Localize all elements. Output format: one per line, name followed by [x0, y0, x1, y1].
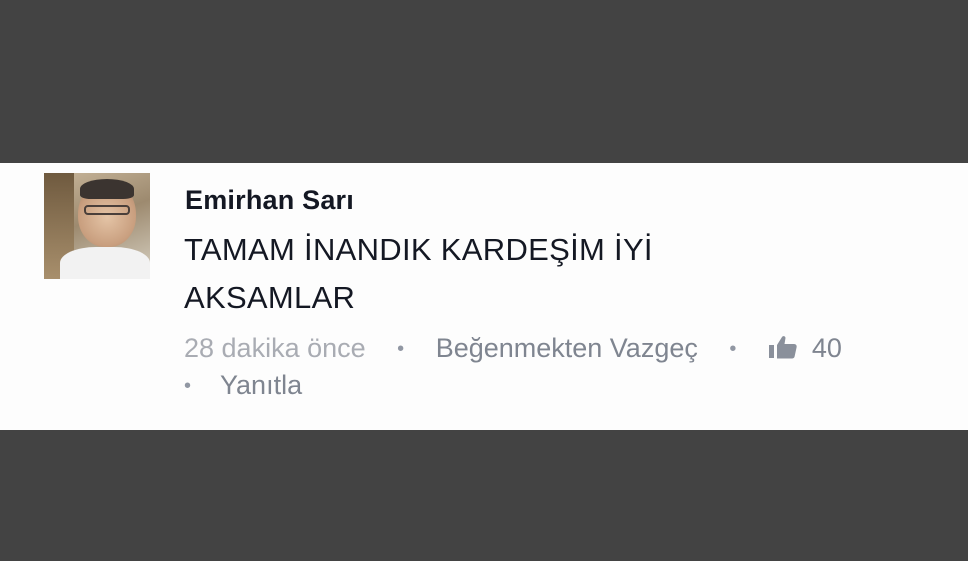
- avatar-glasses: [84, 205, 130, 215]
- comment-card: Emirhan Sarı TAMAM İNANDIK KARDEŞİM İYİ …: [0, 163, 968, 430]
- comment-timestamp[interactable]: 28 dakika önce: [184, 333, 366, 363]
- comment-meta: 28 dakika önce • Beğenmekten Vazgeç • 40: [184, 333, 842, 364]
- comment-text-line: TAMAM İNANDIK KARDEŞİM İYİ: [184, 232, 653, 267]
- comment-meta-row2: • Yanıtla: [184, 370, 302, 401]
- reply-button[interactable]: Yanıtla: [220, 370, 302, 400]
- separator-dot: •: [184, 375, 192, 398]
- separator-dot: •: [397, 338, 405, 361]
- comment-text: TAMAM İNANDIK KARDEŞİM İYİ AKSAMLAR: [184, 226, 784, 322]
- like-count-button[interactable]: 40: [768, 333, 842, 363]
- comment-text-line: AKSAMLAR: [184, 280, 356, 315]
- separator-dot: •: [729, 338, 737, 361]
- avatar-shirt: [60, 247, 150, 279]
- author-name[interactable]: Emirhan Sarı: [185, 185, 354, 216]
- avatar[interactable]: [44, 173, 150, 279]
- like-count: 40: [811, 333, 842, 363]
- unlike-button[interactable]: Beğenmekten Vazgeç: [436, 333, 698, 363]
- thumbs-up-icon: [768, 336, 797, 359]
- avatar-hair: [80, 179, 134, 199]
